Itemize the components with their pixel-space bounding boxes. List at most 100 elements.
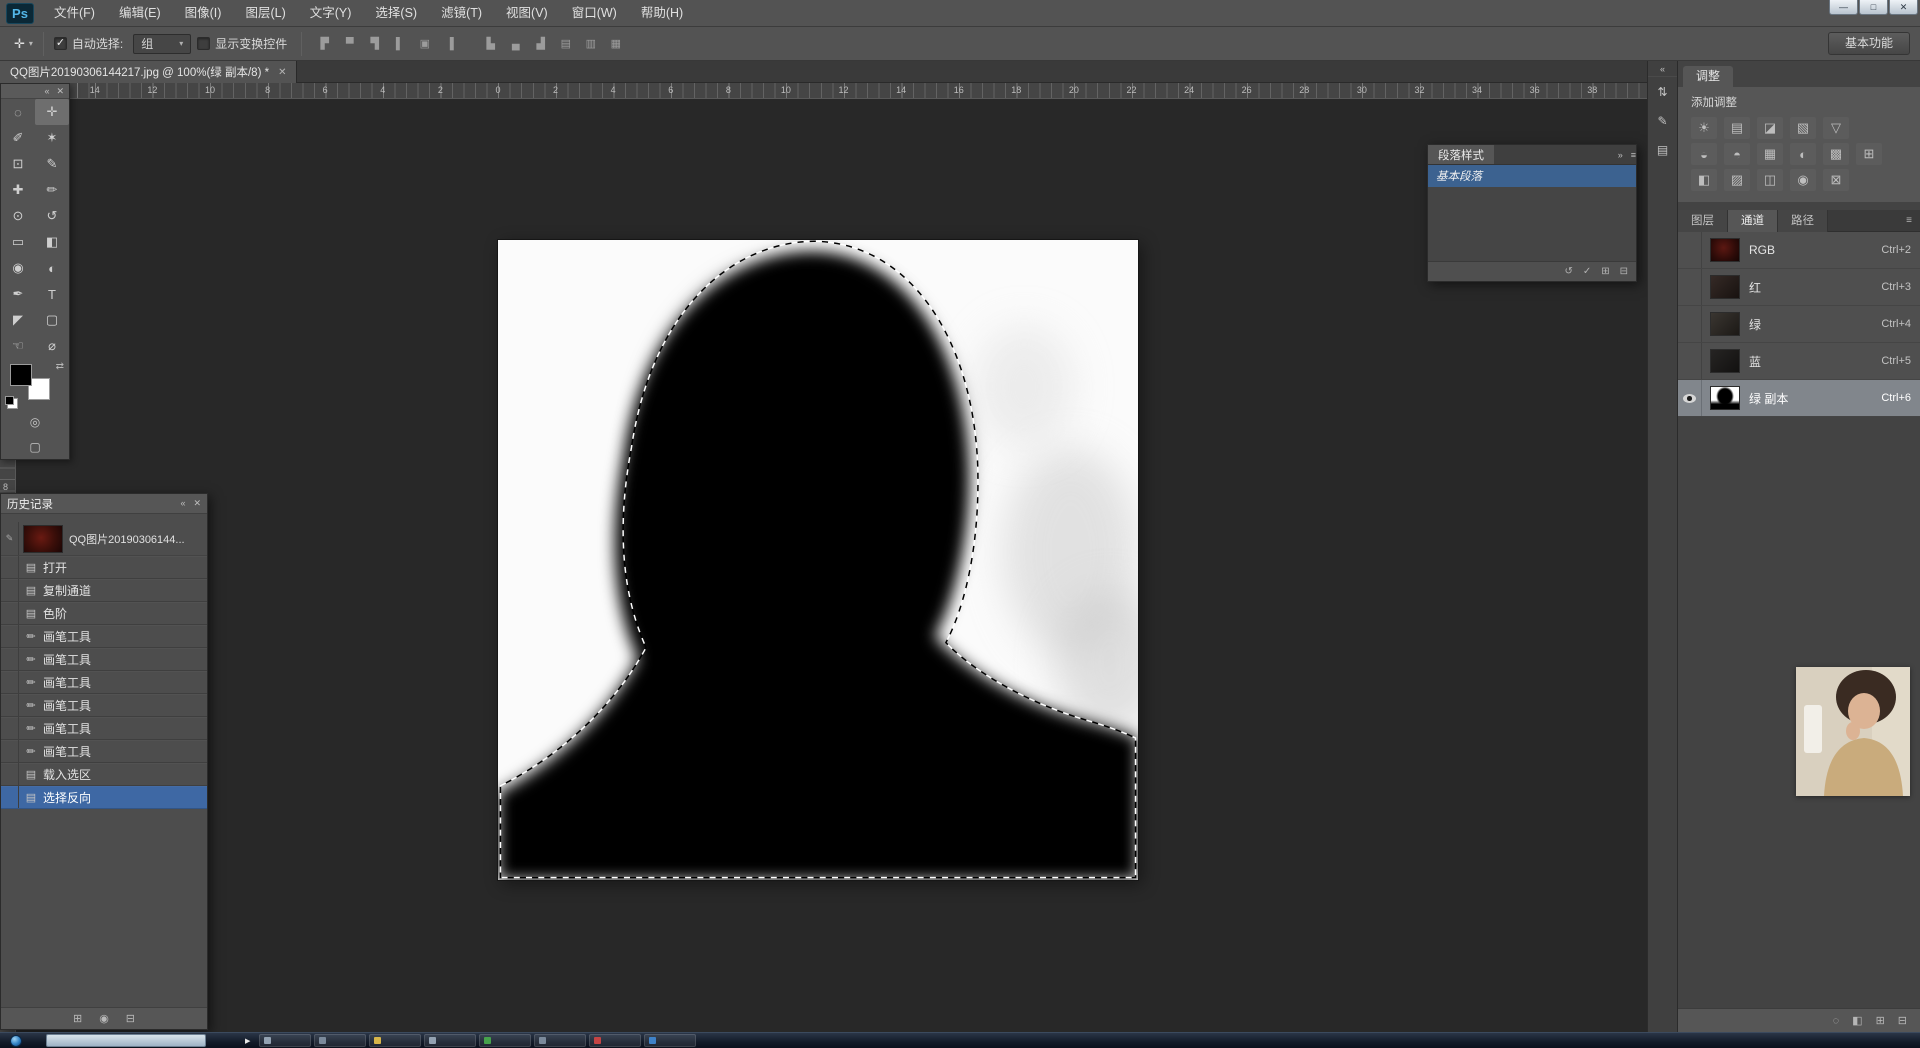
delete-state-icon[interactable]: ⊟ [126,1012,135,1025]
pen-tool[interactable]: ✒ [1,281,35,307]
move-tool[interactable]: ✛ [35,99,69,125]
magic-wand-tool[interactable]: ✶ [35,125,69,151]
eyedropper-tool[interactable]: ✎ [35,151,69,177]
threshold-icon[interactable]: ◫ [1757,169,1783,191]
path-selection-tool[interactable]: ◤ [1,307,35,333]
menu-item[interactable]: 帮助(H) [629,0,695,27]
eraser-tool[interactable]: ▭ [1,229,35,255]
channel-row[interactable]: RGB Ctrl+2 [1678,232,1920,269]
auto-select-checkbox[interactable] [53,36,67,50]
elliptical-marquee-tool[interactable]: ◌ [1,99,35,125]
type-tool[interactable]: T [35,281,69,307]
menu-item[interactable]: 文字(Y) [298,0,364,27]
default-colors-icon[interactable] [5,396,14,405]
taskbar-app-active[interactable] [46,1034,206,1047]
taskbar-app-9[interactable] [644,1034,696,1047]
history-source-checkbox[interactable] [1,740,19,762]
gradient-map-icon[interactable]: ◉ [1790,169,1816,191]
visibility-toggle[interactable] [1678,269,1702,305]
history-state-row[interactable]: ✏ 画笔工具 [1,694,207,717]
history-source-checkbox[interactable] [1,763,19,785]
collapsed-panel-brush-icon[interactable]: ✎ [1648,106,1677,135]
visibility-toggle[interactable] [1678,232,1702,268]
new-document-from-state-icon[interactable]: ⊞ [73,1012,82,1025]
delete-style-icon[interactable]: ⊟ [1620,266,1628,277]
history-snapshot-row[interactable]: ✎ QQ图片20190306144... [1,522,207,556]
crop-tool[interactable]: ⊡ [1,151,35,177]
history-state-row[interactable]: ✏ 画笔工具 [1,671,207,694]
history-brush-tool[interactable]: ↺ [35,203,69,229]
taskbar-app-2[interactable] [259,1034,311,1047]
tab-adjustments[interactable]: 调整 [1683,66,1734,87]
history-state-row[interactable]: ✏ 画笔工具 [1,740,207,763]
color-lookup-icon[interactable]: ⊞ [1856,143,1882,165]
close-panel-icon[interactable]: ✕ [56,84,64,99]
history-state-row[interactable]: ▤ 选择反向 [1,786,207,809]
history-state-row[interactable]: ▤ 载入选区 [1,763,207,786]
redefine-style-icon[interactable]: ✓ [1583,266,1591,277]
expand-dock-icon[interactable]: « [1648,61,1677,77]
history-source-checkbox[interactable] [1,786,19,808]
menu-item[interactable]: 图层(L) [233,0,297,27]
curves-icon[interactable]: ◪ [1757,117,1783,139]
blur-tool[interactable]: ◉ [1,255,35,281]
history-state-row[interactable]: ▤ 色阶 [1,602,207,625]
taskbar-app-6[interactable] [479,1034,531,1047]
channel-mixer-icon[interactable]: ▩ [1823,143,1849,165]
collapsed-panel-arrange-icon[interactable]: ⇅ [1648,77,1677,106]
panel-tab[interactable]: 图层 [1678,209,1728,232]
history-source-checkbox[interactable] [1,694,19,716]
panel-tab[interactable]: 通道 [1728,209,1778,232]
history-state-row[interactable]: ✏ 画笔工具 [1,625,207,648]
menu-item[interactable]: 滤镜(T) [429,0,494,27]
menu-item[interactable]: 窗口(W) [560,0,629,27]
document-canvas[interactable] [498,240,1138,880]
align-top-edges-icon[interactable]: ▛ [312,33,337,54]
brush-tool[interactable]: ✏ [35,177,69,203]
visibility-toggle[interactable] [1678,306,1702,342]
save-selection-as-channel-icon[interactable]: ◧ [1852,1014,1862,1027]
menu-item[interactable]: 视图(V) [494,0,560,27]
quick-mask-button[interactable]: ◎ [1,409,69,434]
foreground-color-swatch[interactable] [10,364,32,386]
taskbar-app-4[interactable] [369,1034,421,1047]
panel-tab[interactable]: 路径 [1778,209,1828,232]
menu-item[interactable]: 编辑(E) [107,0,173,27]
rectangle-tool[interactable]: ▢ [35,307,69,333]
healing-brush-tool[interactable]: ✚ [1,177,35,203]
workspace-switcher-button[interactable]: 基本功能 [1827,32,1910,55]
dodge-tool[interactable]: ◐ [35,255,69,281]
horizontal-ruler[interactable]: 14 12 10 8 6 4 2 0 2 4 6 8 10 12 14 16 18 20 22 24 26 28 30 32 3… [16,83,1647,99]
align-horizontal-centers-icon[interactable]: ▣ [412,33,437,54]
history-state-row[interactable]: ▤ 复制通道 [1,579,207,602]
paragraph-styles-tab[interactable]: 段落样式 [1428,145,1494,164]
history-brush-source-icon[interactable]: ✎ [1,522,19,555]
history-source-checkbox[interactable] [1,671,19,693]
channel-row[interactable]: 蓝 Ctrl+5 [1678,343,1920,380]
brightness-contrast-icon[interactable]: ☀ [1691,117,1717,139]
close-panel-icon[interactable]: ✕ [193,498,201,509]
history-source-checkbox[interactable] [1,556,19,578]
lasso-tool[interactable]: ✐ [1,125,35,151]
align-bottom-edges-icon[interactable]: ▜ [362,33,387,54]
clear-override-icon[interactable]: ↺ [1564,266,1572,277]
color-balance-icon[interactable]: ◓ [1724,143,1750,165]
taskbar-app-3[interactable] [314,1034,366,1047]
hand-tool[interactable]: ☜ [1,333,35,359]
channel-row[interactable]: 红 Ctrl+3 [1678,269,1920,306]
delete-channel-icon[interactable]: ⊟ [1898,1014,1907,1027]
menu-item[interactable]: 图像(I) [173,0,234,27]
distribute-vertical-centers-icon[interactable]: ▄ [503,33,528,54]
black-white-icon[interactable]: ▦ [1757,143,1783,165]
distribute-bottom-edges-icon[interactable]: ▟ [528,33,553,54]
screen-mode-button[interactable]: ▢ [1,434,69,459]
start-button[interactable] [10,1034,22,1047]
align-right-edges-icon[interactable]: ▐ [437,33,462,54]
close-button[interactable]: ✕ [1889,0,1918,15]
distribute-right-edges-icon[interactable]: ▦ [603,33,628,54]
align-left-edges-icon[interactable]: ▌ [387,33,412,54]
taskbar-app-5[interactable] [424,1034,476,1047]
align-vertical-centers-icon[interactable]: ▀ [337,33,362,54]
gradient-tool[interactable]: ◧ [35,229,69,255]
panel-menu-icon[interactable]: ≡ [1631,150,1636,160]
